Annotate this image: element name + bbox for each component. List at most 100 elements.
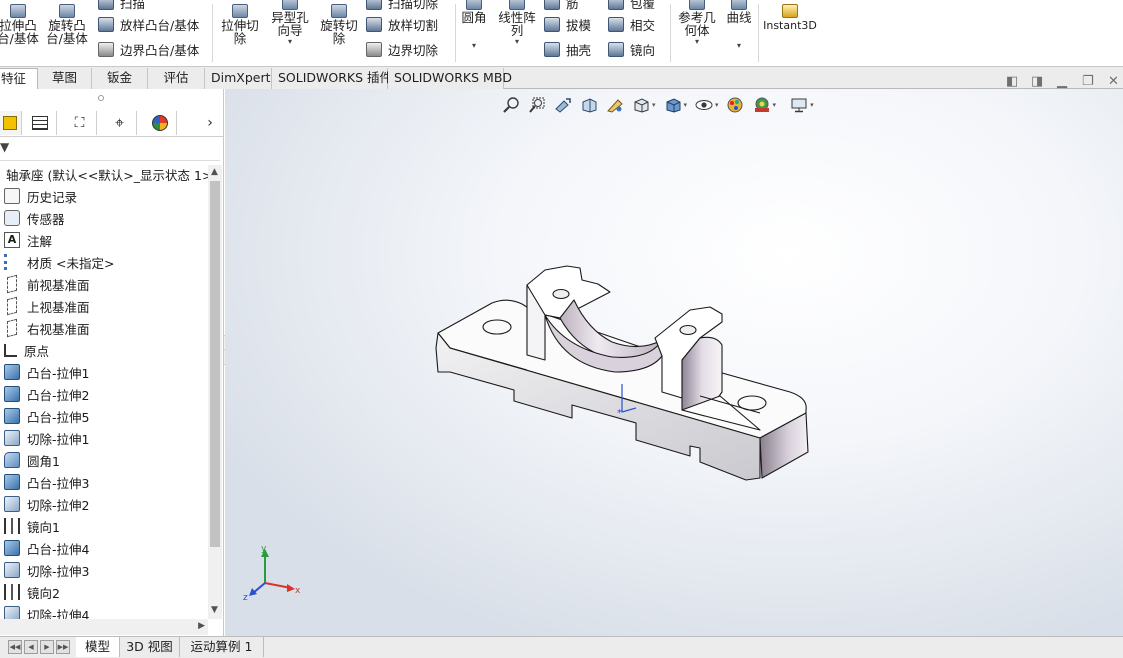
extrude-boss-button[interactable]: 拉伸凸 台/基体 [0, 4, 40, 45]
rib-button[interactable]: 筋 [544, 0, 579, 12]
loft-boss-button[interactable]: 放样凸台/基体 [98, 14, 199, 34]
tree-item-boss-extrude4[interactable]: 凸台-拉伸4 [4, 537, 89, 559]
feature-manager-tab[interactable] [0, 111, 22, 135]
tree-item-sensors[interactable]: 传感器 [4, 207, 65, 229]
sweep-label: 扫描 [120, 0, 146, 11]
swept-cut-button[interactable]: 扫描切除 [366, 0, 438, 12]
panel-grip-icon[interactable] [98, 95, 104, 101]
intersect-button[interactable]: 相交 [608, 14, 655, 34]
extrude-cut-label: 拉伸切 除 [221, 18, 259, 46]
tab-features[interactable]: 特征 [0, 68, 38, 89]
boundary-boss-button[interactable]: 边界凸台/基体 [98, 39, 199, 59]
tree-item-cut-extrude1[interactable]: 切除-拉伸1 [4, 427, 89, 449]
tab-solidworks-addins[interactable]: SOLIDWORKS 插件 [272, 68, 392, 89]
hole-wizard-button[interactable]: 异型孔 向导 ▾ [266, 0, 314, 46]
sweep-button[interactable]: 扫描 [98, 0, 145, 12]
tree-item-label: 凸台-拉伸4 [27, 541, 90, 557]
tree-item-boss-extrude1[interactable]: 凸台-拉伸1 [4, 361, 89, 383]
tab-model[interactable]: 模型 [76, 637, 120, 657]
boundary-cut-button[interactable]: 边界切除 [366, 39, 438, 59]
tree-item-material[interactable]: 材质 <未指定> [4, 251, 114, 273]
extrude-cut-button[interactable]: 拉伸切 除 [216, 4, 264, 45]
tile-right-icon[interactable]: ◨ [1031, 75, 1043, 89]
next-tab-icon[interactable]: ▶ [40, 640, 54, 654]
feature-manager-panel: ⛶ ⌖ › ▼ 轴承座 (默认<<默认>_显示状态 1>) 历史记录 传感器 A… [0, 89, 224, 636]
plane-icon [7, 296, 17, 316]
tree-item-boss-extrude5[interactable]: 凸台-拉伸5 [4, 405, 89, 427]
shell-button[interactable]: 抽壳 [544, 39, 591, 59]
tree-filter-row[interactable]: ▼ [0, 137, 220, 161]
fillet-button[interactable]: 圆角 ▾ [456, 0, 492, 50]
scroll-right-icon[interactable]: ▶ [198, 621, 205, 631]
instant3d-button[interactable]: Instant3D [762, 4, 818, 32]
property-manager-tab[interactable] [23, 111, 57, 135]
wrap-button[interactable]: 包覆 [608, 0, 655, 12]
tree-item-front-plane[interactable]: 前视基准面 [4, 273, 90, 295]
linear-pattern-dropdown-icon[interactable]: ▾ [494, 37, 540, 46]
curves-button[interactable]: 曲线 ▾ [722, 0, 756, 50]
tree-item-cut-extrude2[interactable]: 切除-拉伸2 [4, 493, 89, 515]
first-tab-icon[interactable]: ◀◀ [8, 640, 22, 654]
material-icon [4, 254, 20, 270]
configuration-manager-icon: ⛶ [74, 115, 85, 131]
tree-item-mirror2[interactable]: 镜向2 [4, 581, 60, 603]
hole-wizard-dropdown-icon[interactable]: ▾ [266, 37, 314, 46]
plane-icon [7, 274, 17, 294]
model-geometry [435, 265, 809, 481]
tree-item-origin[interactable]: 原点 [4, 339, 49, 361]
tab-dimxpert[interactable]: DimXpert [205, 68, 272, 89]
minimize-icon[interactable]: ▁ [1057, 75, 1067, 89]
tab-sheet-metal[interactable]: 钣金 [92, 68, 148, 89]
expand-panel-button[interactable]: › [196, 111, 223, 135]
close-icon[interactable]: ✕ [1108, 75, 1119, 89]
fillet-dropdown-icon[interactable]: ▾ [456, 41, 492, 50]
scroll-down-icon[interactable]: ▼ [211, 605, 218, 615]
filter-icon[interactable]: ▼ [0, 140, 9, 154]
tree-item-label: 右视基准面 [27, 321, 90, 337]
restore-icon[interactable]: ❐ [1082, 75, 1094, 89]
draft-icon [544, 16, 560, 32]
tab-3d-views[interactable]: 3D 视图 [120, 637, 180, 657]
boss-extrude-icon [4, 540, 20, 556]
history-icon [4, 188, 20, 204]
tab-motion-study-1[interactable]: 运动算例 1 [180, 637, 264, 657]
last-tab-icon[interactable]: ▶▶ [56, 640, 70, 654]
tree-root-part[interactable]: 轴承座 (默认<<默认>_显示状态 1>) [6, 165, 217, 184]
tree-item-boss-extrude3[interactable]: 凸台-拉伸3 [4, 471, 89, 493]
tree-item-mirror1[interactable]: 镜向1 [4, 515, 60, 537]
crosshair-icon: ⌖ [114, 113, 124, 132]
revolve-cut-button[interactable]: 旋转切 除 [316, 4, 362, 45]
tree-item-cut-extrude3[interactable]: 切除-拉伸3 [4, 559, 89, 581]
tree-item-boss-extrude2[interactable]: 凸台-拉伸2 [4, 383, 89, 405]
reference-geometry-dropdown-icon[interactable]: ▾ [674, 37, 720, 46]
prev-tab-icon[interactable]: ◀ [24, 640, 38, 654]
tree-vertical-scrollbar[interactable]: ▲ ▼ [208, 165, 222, 619]
tab-sketch[interactable]: 草图 [38, 68, 92, 89]
tab-evaluate[interactable]: 评估 [148, 68, 205, 89]
tab-solidworks-mbd[interactable]: SOLIDWORKS MBD [388, 68, 512, 89]
configuration-manager-tab[interactable]: ⛶ [63, 111, 97, 135]
scroll-up-icon[interactable]: ▲ [211, 167, 218, 177]
draft-button[interactable]: 拔模 [544, 14, 591, 34]
tree-item-top-plane[interactable]: 上视基准面 [4, 295, 90, 317]
curves-dropdown-icon[interactable]: ▾ [722, 41, 756, 50]
tree-item-fillet1[interactable]: 圆角1 [4, 449, 60, 471]
draft-label: 拔模 [566, 17, 592, 33]
mirror-button[interactable]: 镜向 [608, 39, 655, 59]
graphics-viewport[interactable]: ▾ ▾ ▾ ▾ ▾ * y x z [225, 89, 1123, 636]
cut-extrude-icon [4, 562, 20, 578]
revolve-boss-button[interactable]: 旋转凸 台/基体 [44, 4, 90, 45]
linear-pattern-button[interactable]: 线性阵 列 ▾ [494, 0, 540, 46]
fillet-label: 圆角 [461, 10, 487, 25]
scrollbar-thumb[interactable] [210, 181, 220, 547]
display-manager-tab[interactable] [143, 111, 177, 135]
loft-cut-button[interactable]: 放样切割 [366, 14, 438, 34]
tile-left-icon[interactable]: ◧ [1006, 75, 1018, 89]
tree-item-history[interactable]: 历史记录 [4, 185, 77, 207]
dimxpert-manager-tab[interactable]: ⌖ [103, 111, 137, 135]
tree-item-right-plane[interactable]: 右视基准面 [4, 317, 90, 339]
tree-horizontal-scrollbar[interactable]: ▶ [0, 619, 208, 635]
reference-geometry-button[interactable]: 参考几 何体 ▾ [674, 0, 720, 46]
bearing-block-model[interactable]: * [225, 89, 1123, 636]
tree-item-annotations[interactable]: A 注解 [4, 229, 52, 251]
